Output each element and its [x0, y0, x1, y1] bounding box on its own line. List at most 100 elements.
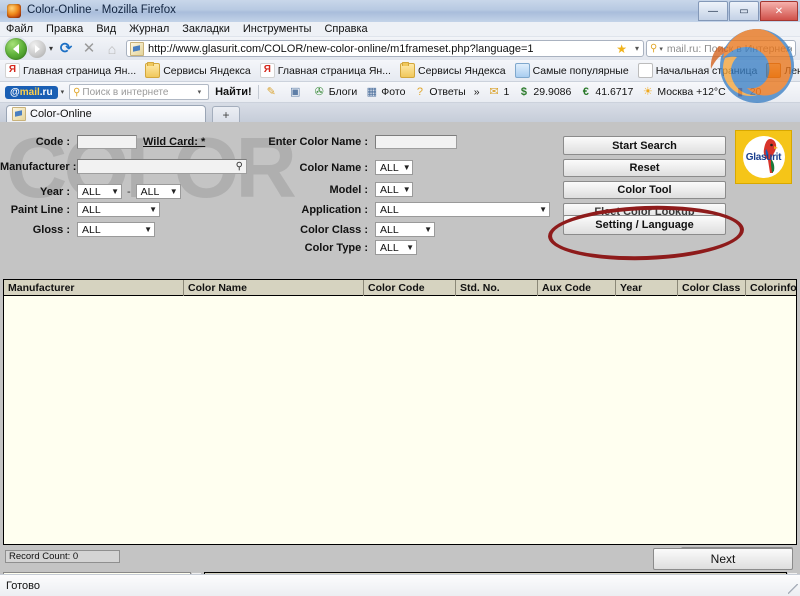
minimize-button[interactable]: —	[698, 1, 728, 21]
chevron-down-icon: ▼	[169, 187, 178, 196]
search-bar[interactable]: ⚲ ▾ mail.ru: Поиск в Интернете ⌕	[646, 40, 796, 57]
bookmark-label: Лента новостей	[784, 64, 800, 77]
dollar-icon: $	[520, 86, 527, 98]
start-search-button[interactable]: Start Search	[563, 136, 726, 155]
color-tool-button[interactable]: Color Tool	[563, 181, 726, 199]
mailru-weather[interactable]: ☀ Москва +12°C	[641, 86, 726, 98]
application-select[interactable]: ALL ▼	[375, 202, 550, 217]
menu-item-bookmarks[interactable]: Закладки	[182, 23, 230, 35]
close-button[interactable]: ✕	[760, 1, 798, 21]
back-icon[interactable]	[5, 37, 27, 60]
chevron-down-icon: ▼	[144, 225, 152, 234]
resize-grip[interactable]	[788, 584, 798, 594]
menu-item-view[interactable]: Вид	[96, 23, 116, 35]
model-value: ALL	[380, 183, 399, 196]
answers-icon: ?	[416, 86, 423, 98]
bookmark-item[interactable]: Сервисы Яндекса	[399, 62, 506, 78]
bookmark-item[interactable]: Я Главная страница Ян...	[259, 63, 391, 78]
paintline-select[interactable]: ALL ▼	[77, 202, 160, 217]
gloss-value: ALL	[82, 223, 101, 236]
magnifier-icon[interactable]: ⚲	[236, 161, 243, 172]
forward-icon[interactable]	[28, 39, 46, 58]
year-from-select[interactable]: ALL ▼	[77, 184, 122, 199]
mailru-eur-rate[interactable]: €41.6717	[579, 86, 634, 98]
results-grid[interactable]: Manufacturer Color Name Color Code Std. …	[3, 279, 797, 545]
mailru-photo-button[interactable]: ▦ Фото	[365, 86, 406, 98]
column-colorinfo[interactable]: Colorinfo	[746, 280, 796, 296]
next-button[interactable]: Next	[653, 548, 793, 570]
mailru-search-input[interactable]: ⚲ Поиск в интернете ▾	[69, 84, 210, 100]
bookmark-label: Сервисы Яндекса	[163, 64, 251, 77]
results-grid-body[interactable]	[4, 296, 796, 543]
stop-icon[interactable]: ✕	[79, 41, 99, 56]
euro-icon: €	[582, 86, 589, 98]
url-dropdown-icon[interactable]: ▾	[635, 44, 639, 53]
bookmark-item[interactable]: Сервисы Яндекса	[145, 62, 251, 78]
reset-button[interactable]: Reset	[563, 159, 726, 177]
yandex-icon: Я	[5, 63, 20, 78]
code-input[interactable]	[77, 135, 137, 149]
chevron-down-icon: ▼	[402, 185, 411, 194]
search-engine-icon[interactable]: ⚲	[650, 43, 657, 54]
menu-item-history[interactable]: Журнал	[129, 23, 169, 35]
mailru-pencil-button[interactable]: ✎	[265, 86, 281, 98]
gloss-select[interactable]: ALL ▼	[77, 222, 155, 237]
eur-rate-label: 41.6717	[595, 86, 634, 98]
mailru-blogs-button[interactable]: ✇ Блоги	[313, 86, 358, 98]
mailru-traffic[interactable]: ▮ 20	[734, 86, 761, 98]
enter-color-name-input[interactable]	[375, 135, 457, 149]
model-select[interactable]: ALL ▼	[375, 182, 413, 197]
chevron-down-icon: ▼	[402, 163, 411, 172]
color-class-select[interactable]: ALL ▼	[375, 222, 435, 237]
year-to-select[interactable]: ALL ▼	[135, 184, 181, 199]
bookmark-item[interactable]: Самые популярные	[514, 63, 629, 78]
url-bar[interactable]: http://www.glasurit.com/COLOR/new-color-…	[126, 40, 644, 57]
mailru-answers-button[interactable]: ? Ответы	[413, 86, 466, 98]
mailru-dropdown-icon[interactable]: ▾	[61, 88, 65, 96]
reload-icon[interactable]: ⟳	[56, 41, 76, 56]
mailru-find-button[interactable]: Найти!	[215, 86, 252, 98]
menu-item-tools[interactable]: Инструменты	[243, 23, 312, 35]
bookmark-item[interactable]: Начальная страница	[637, 63, 757, 78]
column-year[interactable]: Year	[616, 279, 678, 296]
model-label: Model :	[329, 183, 369, 196]
search-go-icon[interactable]: ⌕	[786, 43, 792, 56]
weather-label: Москва +12°C	[657, 86, 726, 98]
status-bar: Готово	[0, 574, 800, 596]
year-to-value: ALL	[140, 185, 160, 198]
menu-item-edit[interactable]: Правка	[46, 23, 83, 35]
mailru-more-button[interactable]: »	[474, 86, 480, 98]
star-page-icon	[514, 63, 530, 78]
mailru-mail-count[interactable]: ✉ 1	[488, 86, 509, 98]
bookmark-label: Главная страница Ян...	[23, 64, 137, 77]
mailru-logo[interactable]: @mail.ru	[5, 85, 58, 99]
chevron-down-icon[interactable]: ▾	[49, 44, 53, 53]
bookmark-star-icon[interactable]: ★	[616, 42, 627, 56]
bookmark-item[interactable]: Я Главная страница Ян...	[5, 63, 136, 78]
new-tab-button[interactable]: +	[212, 106, 240, 122]
tab-color-online[interactable]: Color-Online	[6, 105, 206, 122]
mailru-screenshot-button[interactable]: ▣	[289, 86, 305, 98]
search-engine-dropdown-icon[interactable]: ▾	[659, 45, 663, 53]
menu-item-help[interactable]: Справка	[324, 23, 367, 35]
column-color-name[interactable]: Color Name	[184, 279, 364, 296]
color-type-select[interactable]: ALL ▼	[375, 240, 417, 255]
maximize-button[interactable]: ▭	[729, 1, 759, 21]
window-controls: — ▭ ✕	[698, 1, 798, 21]
menu-item-file[interactable]: Файл	[6, 23, 33, 35]
mailru-usd-rate[interactable]: $29.9086	[517, 86, 572, 98]
bookmark-item[interactable]: Лента новостей	[766, 63, 800, 78]
column-color-class[interactable]: Color Class	[678, 279, 746, 296]
column-manufacturer[interactable]: Manufacturer	[4, 279, 184, 296]
traffic-light-icon: ▮	[737, 86, 744, 98]
color-name-select[interactable]: ALL ▼	[375, 160, 413, 175]
title-bar: Color-Online - Mozilla Firefox — ▭ ✕	[0, 0, 800, 23]
column-std-no[interactable]: Std. No.	[456, 279, 538, 296]
home-icon[interactable]: ⌂	[102, 42, 122, 56]
column-aux-code[interactable]: Aux Code	[538, 279, 616, 296]
search-input[interactable]: mail.ru: Поиск в Интернете	[667, 43, 792, 55]
chevron-down-icon[interactable]: ▾	[198, 88, 202, 96]
column-color-code[interactable]: Color Code	[364, 279, 456, 296]
manufacturer-input[interactable]: ⚲	[77, 159, 247, 174]
setting-language-button[interactable]: Setting / Language	[563, 215, 726, 235]
